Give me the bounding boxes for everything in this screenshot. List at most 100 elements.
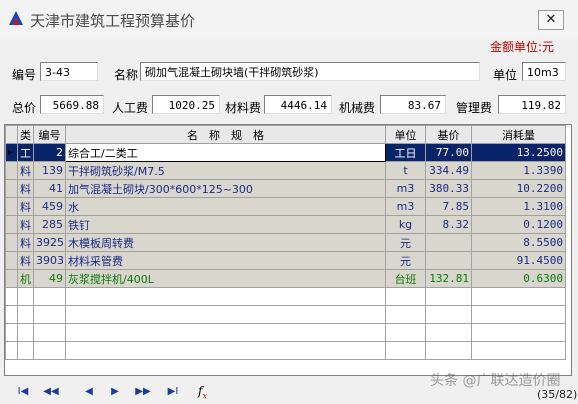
empty-cell[interactable] — [425, 305, 472, 324]
prev-record-icon[interactable]: ◀ — [80, 384, 98, 400]
cell-price[interactable]: 7.85 — [425, 197, 472, 216]
cell-name[interactable]: 综合工/二类工 — [65, 143, 386, 162]
empty-cell[interactable] — [471, 341, 566, 360]
cell-qty[interactable]: 10.2200 — [471, 179, 566, 198]
empty-cell[interactable] — [65, 341, 386, 360]
col-header-price[interactable]: 基价 — [425, 125, 472, 144]
empty-cell[interactable] — [471, 305, 566, 324]
cell-price[interactable]: 77.00 — [425, 143, 472, 162]
cell-qty[interactable]: 8.5500 — [471, 233, 566, 252]
cell-qty[interactable]: 1.3390 — [471, 161, 566, 180]
cell-price[interactable] — [425, 251, 472, 270]
cell-type[interactable]: 料 — [17, 179, 34, 198]
code-field[interactable]: 3-43 — [40, 62, 98, 81]
cell-type[interactable]: 机 — [17, 269, 34, 288]
cell-qty[interactable]: 1.3100 — [471, 197, 566, 216]
prev-page-icon[interactable]: ◀◀ — [42, 384, 60, 400]
cell-price[interactable] — [425, 233, 472, 252]
row-indicator[interactable] — [5, 269, 18, 288]
cell-qty[interactable]: 0.6300 — [471, 269, 566, 288]
cell-code[interactable]: 3903 — [33, 251, 66, 270]
row-indicator[interactable] — [5, 197, 18, 216]
table-row[interactable]: 机 49 灰浆搅拌机/400L 台班 132.81 0.6300 — [5, 269, 566, 288]
empty-cell[interactable] — [385, 287, 426, 306]
material-field[interactable]: 4446.14 — [264, 95, 332, 114]
cell-unit[interactable]: m3 — [385, 179, 426, 198]
col-header-code[interactable]: 编号 — [33, 125, 66, 144]
empty-row[interactable] — [5, 323, 566, 342]
col-header-name[interactable]: 名 称 规 格 — [65, 125, 386, 144]
cell-type[interactable]: 料 — [17, 161, 34, 180]
cell-code[interactable]: 459 — [33, 197, 66, 216]
empty-cell[interactable] — [33, 323, 66, 342]
cell-name[interactable]: 材料采管费 — [65, 251, 386, 270]
unit-field[interactable]: 10m3 — [522, 62, 566, 81]
empty-cell[interactable] — [385, 323, 426, 342]
next-page-icon[interactable]: ▶▶ — [134, 384, 152, 400]
cell-name[interactable]: 灰浆搅拌机/400L — [65, 269, 386, 288]
empty-cell[interactable] — [65, 287, 386, 306]
empty-cell[interactable] — [33, 305, 66, 324]
cell-type[interactable]: 料 — [17, 197, 34, 216]
empty-cell[interactable] — [33, 287, 66, 306]
table-row[interactable]: 料 285 铁钉 kg 8.32 0.1200 — [5, 215, 566, 234]
cell-unit[interactable]: 工日 — [385, 143, 426, 162]
cell-code[interactable]: 139 — [33, 161, 66, 180]
table-row[interactable]: ▸ 工 2 综合工/二类工 工日 77.00 13.2500 — [5, 143, 566, 162]
labor-field[interactable]: 1020.25 — [152, 95, 220, 114]
empty-row[interactable] — [5, 305, 566, 324]
row-indicator[interactable] — [5, 233, 18, 252]
row-indicator[interactable] — [5, 179, 18, 198]
table-row[interactable]: 料 3903 材料采管费元 91.4500 — [5, 251, 566, 270]
empty-cell[interactable] — [33, 341, 66, 360]
cell-unit[interactable]: 台班 — [385, 269, 426, 288]
empty-cell[interactable] — [17, 323, 34, 342]
cell-code[interactable]: 49 — [33, 269, 66, 288]
resource-grid[interactable]: 类 编号 名 称 规 格 单位 基价 消耗量 ▸ 工 2 综合工/二类工 工日 77.00… — [4, 124, 572, 376]
formula-icon[interactable]: fx — [198, 384, 207, 400]
empty-cell[interactable] — [5, 305, 18, 324]
total-field[interactable]: 5669.88 — [40, 95, 104, 114]
table-row[interactable]: 料 41 加气混凝土砌块/300*600*125~300 m3 380.33 10.220… — [5, 179, 566, 198]
empty-cell[interactable] — [65, 305, 386, 324]
empty-cell[interactable] — [471, 287, 566, 306]
cell-type[interactable]: 料 — [17, 251, 34, 270]
cell-name[interactable]: 木模板周转费 — [65, 233, 386, 252]
empty-cell[interactable] — [5, 323, 18, 342]
table-row[interactable]: 料 459 水 m3 7.85 1.3100 — [5, 197, 566, 216]
empty-cell[interactable] — [425, 323, 472, 342]
empty-row[interactable] — [5, 341, 566, 360]
empty-cell[interactable] — [5, 287, 18, 306]
cell-unit[interactable]: m3 — [385, 197, 426, 216]
first-record-icon[interactable]: I◀ — [14, 384, 32, 400]
cell-name[interactable]: 水 — [65, 197, 386, 216]
col-header-unit[interactable]: 单位 — [385, 125, 426, 144]
empty-cell[interactable] — [425, 341, 472, 360]
last-record-icon[interactable]: ▶I — [164, 384, 182, 400]
current-row-indicator-icon[interactable]: ▸ — [5, 143, 18, 162]
cell-price[interactable]: 8.32 — [425, 215, 472, 234]
mgmt-field[interactable]: 119.82 — [498, 95, 566, 114]
cell-name[interactable]: 加气混凝土砌块/300*600*125~300 — [65, 179, 386, 198]
cell-unit[interactable]: 元 — [385, 233, 426, 252]
empty-cell[interactable] — [17, 341, 34, 360]
empty-cell[interactable] — [385, 341, 426, 360]
cell-code[interactable]: 2 — [33, 143, 66, 162]
col-header-type[interactable]: 类 — [17, 125, 34, 144]
cell-type[interactable]: 料 — [17, 233, 34, 252]
empty-cell[interactable] — [385, 305, 426, 324]
empty-cell[interactable] — [17, 287, 34, 306]
row-indicator[interactable] — [5, 251, 18, 270]
cell-unit[interactable]: 元 — [385, 251, 426, 270]
cell-qty[interactable]: 13.2500 — [471, 143, 566, 162]
empty-cell[interactable] — [471, 323, 566, 342]
col-header-qty[interactable]: 消耗量 — [471, 125, 566, 144]
cell-price[interactable]: 132.81 — [425, 269, 472, 288]
table-row[interactable]: 料 139 干拌砌筑砂浆/M7.5 t 334.49 1.3390 — [5, 161, 566, 180]
empty-row[interactable] — [5, 287, 566, 306]
empty-cell[interactable] — [425, 287, 472, 306]
empty-cell[interactable] — [5, 341, 18, 360]
cell-type[interactable]: 工 — [17, 143, 34, 162]
row-indicator[interactable] — [5, 215, 18, 234]
next-record-icon[interactable]: ▶ — [106, 384, 124, 400]
